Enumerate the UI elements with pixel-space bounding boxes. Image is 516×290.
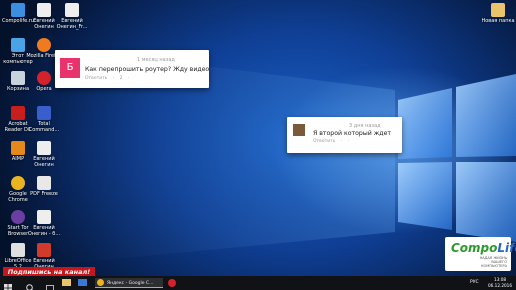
search-button[interactable] [25,278,35,290]
taskbar-chrome-window[interactable]: Яндекс - Google C... [95,278,163,288]
folder-icon [491,3,505,17]
opera-icon [168,279,176,287]
desktop-icon-label: Total Command... [28,121,60,133]
windows-icon [4,284,12,290]
firefox-icon [37,38,51,52]
document-icon [37,210,51,224]
comment-time: 3 дня назад [349,123,381,129]
desktop-icon-new-folder[interactable]: Новая папка [480,3,516,24]
mail-icon [78,279,87,286]
desktop-icon-label: Евгений Онегин - б... [27,225,61,237]
comment-text: Я второй который ждет [313,130,391,137]
computer-icon [11,38,25,52]
acrobat-icon [11,106,25,120]
desktop-icon-total-commander[interactable]: Total Command... [26,106,62,133]
start-button[interactable] [3,278,13,290]
clock-date: 06.12.2016 [488,282,512,288]
desktop-icon-onegin-fr[interactable]: Евгений Онегин_Fr... [54,3,90,30]
thumbs-up-icon[interactable]: · [113,76,114,81]
chrome-icon [97,279,104,286]
search-icon [26,284,33,290]
desktop-wallpaper [0,0,516,276]
taskbar-explorer[interactable] [62,278,72,288]
comment-text: Как перепрошить роутер? Жду видео [85,66,210,73]
comment-time: 1 месяц назад [137,57,175,63]
compolife-logo: CompoLife НАДАЯ ЖИЗНЬ ВАШЕГО КОМПЬЮТЕРА [445,237,516,271]
avatar-letter: Б [66,62,74,73]
document-icon [65,3,79,17]
logo-brand: CompoLife [451,241,516,255]
aimp-icon [11,141,25,155]
pdf-icon [37,176,51,190]
thumbs-down-icon[interactable]: · [348,139,349,144]
language-indicator[interactable]: РУС [470,280,479,285]
task-view-button[interactable] [45,278,55,290]
tor-icon [11,210,25,224]
document-icon [37,141,51,155]
comment-actions: Ответить · · [313,139,353,144]
chrome-icon [11,176,25,190]
desktop-icon-onegin-2[interactable]: Евгений Онегин [26,141,62,168]
total-commander-icon [37,106,51,120]
comment-actions: Ответить · 2 · [85,76,133,81]
desktop-icon-pdf-freeze[interactable]: PDF Freeze [26,176,62,197]
document-icon [37,3,51,17]
taskbar-app-label: Яндекс - Google C... [107,281,154,286]
clock[interactable]: 13:08 06.12.2016 [488,277,512,288]
taskbar: Яндекс - Google C... РУС 13:08 06.12.201… [0,276,516,290]
desktop-icon-label: PDF Freeze [30,191,58,197]
document-icon [37,243,51,257]
comment-card-2: 3 дня назад Я второй который ждет Ответи… [287,117,402,153]
logo-tagline: НАДАЯ ЖИЗНЬ ВАШЕГО КОМПЬЮТЕРА [479,256,507,268]
desktop-icon-label: Евгений Онегин [33,156,55,168]
recycle-bin-icon [11,71,25,85]
thumbs-down-icon[interactable]: · [128,76,129,81]
desktop-icon-onegin-4[interactable]: Евгений Онегин [26,243,62,270]
opera-icon [37,71,51,85]
thumbs-up-icon[interactable]: · [341,139,342,144]
folder-icon [62,279,71,286]
taskbar-mail[interactable] [78,278,88,288]
desktop-icon-label: Новая папка [481,18,515,24]
desktop-icon-onegin-3[interactable]: Евгений Онегин - б... [26,210,62,237]
like-count: 2 [119,76,123,81]
avatar: Б [60,58,80,78]
reply-link[interactable]: Ответить [85,76,107,81]
comment-card-1: Б 1 месяц назад Как перепрошить роутер? … [55,50,209,88]
libreoffice-icon [11,243,25,257]
avatar [293,124,305,136]
logo-brand-part2: Life [497,241,516,255]
task-view-icon [46,285,54,290]
reply-link[interactable]: Ответить [313,139,335,144]
taskbar-opera[interactable] [168,278,178,288]
logo-brand-part1: Compo [451,241,498,255]
desktop-icon-label: Евгений Онегин_Fr... [56,18,88,30]
compolife-icon [11,3,25,17]
